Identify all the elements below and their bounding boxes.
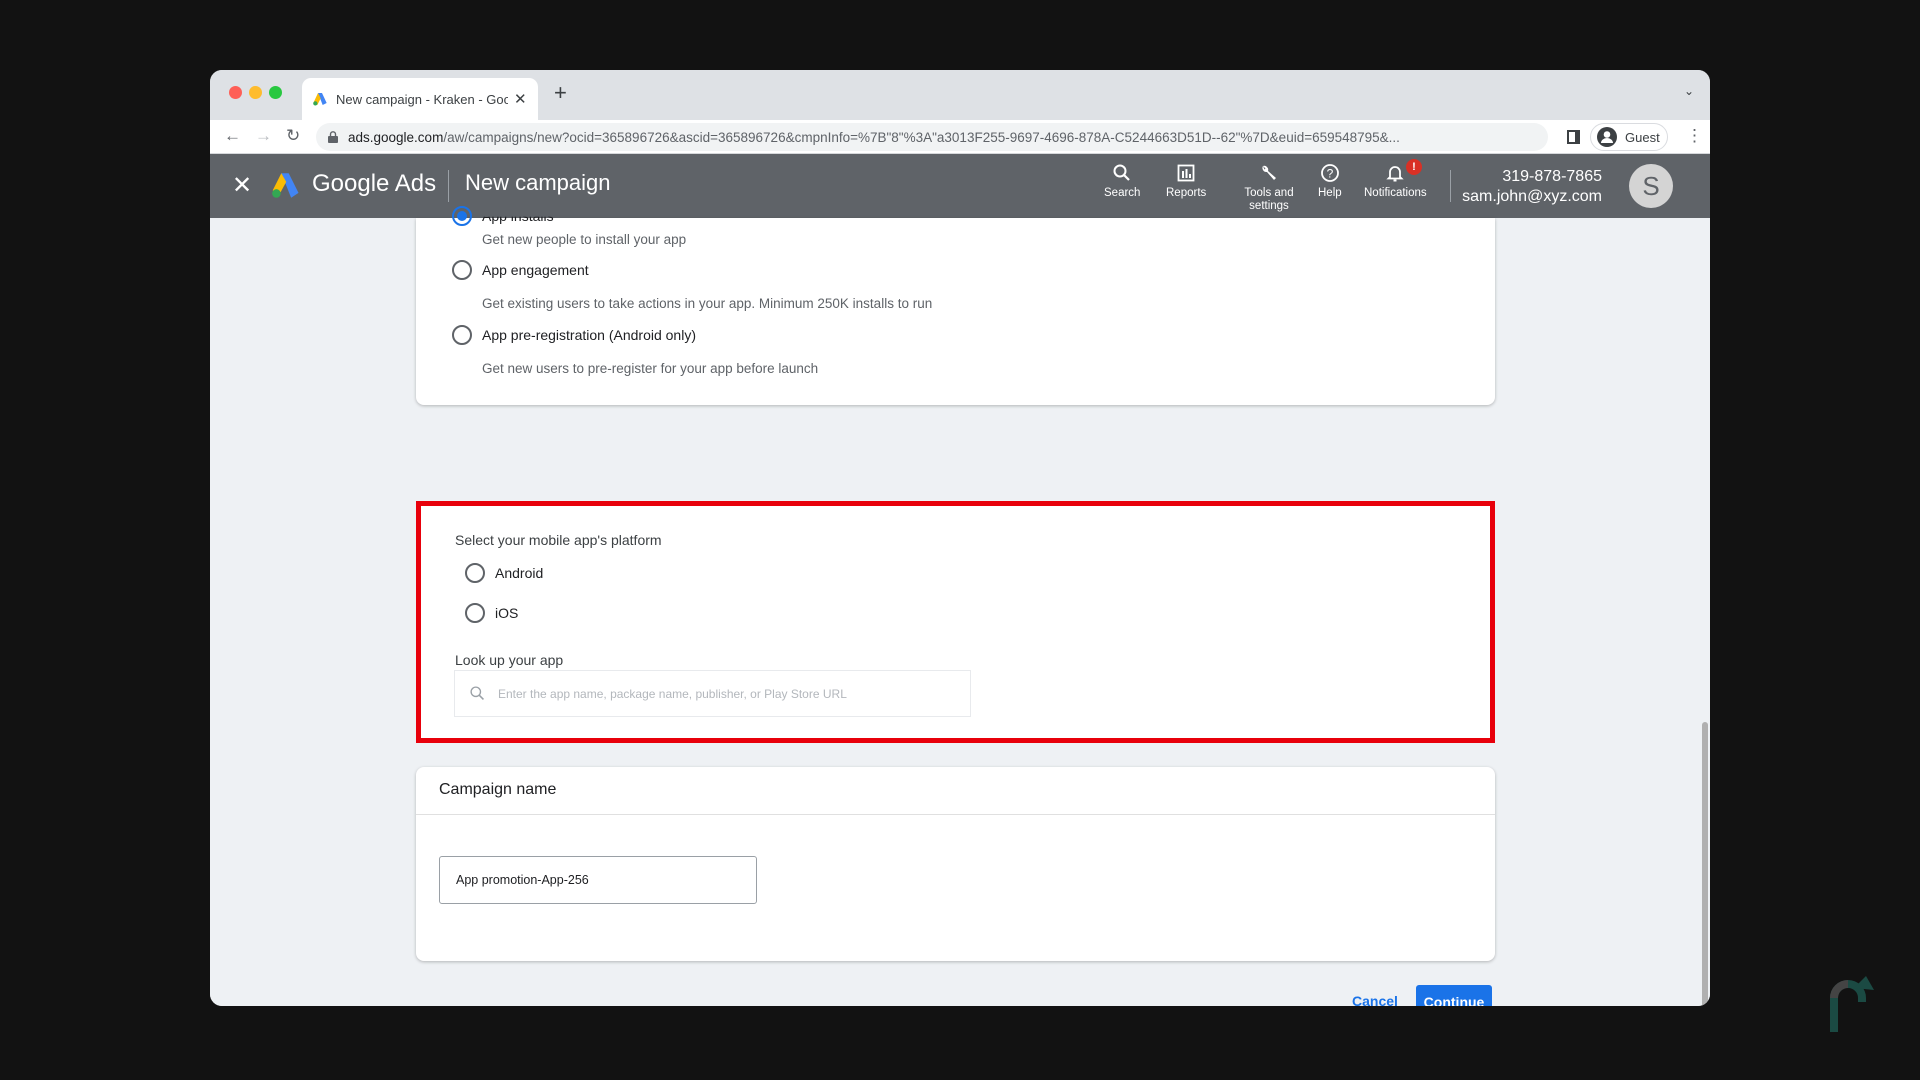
page-scrollbar[interactable]	[1702, 722, 1708, 1006]
objective-label: App engagement	[482, 262, 589, 278]
lock-icon	[328, 131, 338, 143]
main-content: App installs Get new people to install y…	[210, 206, 1710, 1006]
objective-description: Get new people to install your app	[482, 232, 687, 247]
campaign-name-card: Campaign name	[416, 767, 1495, 961]
help-icon: ?	[1320, 164, 1339, 182]
objective-label: App pre-registration (Android only)	[482, 327, 696, 343]
objective-description: Get existing users to take actions in yo…	[482, 296, 933, 311]
close-window-button[interactable]	[229, 86, 242, 99]
radio-app-pre-registration[interactable]	[452, 325, 472, 345]
svg-text:?: ?	[1326, 167, 1333, 181]
side-panel-icon[interactable]	[1567, 130, 1580, 144]
profile-button[interactable]: Guest	[1590, 123, 1668, 151]
tab-close-icon[interactable]: ✕	[514, 90, 527, 108]
forward-arrow-icon[interactable]: →	[255, 126, 272, 146]
reload-icon[interactable]: ↻	[286, 126, 300, 146]
url-path: /aw/campaigns/new?ocid=365896726&ascid=3…	[443, 129, 1400, 145]
app-lookup-input[interactable]	[498, 686, 958, 701]
bell-icon	[1386, 166, 1404, 182]
reports-icon	[1177, 164, 1195, 182]
objective-option-app-engagement[interactable]: App engagement	[452, 260, 589, 280]
notification-badge: !	[1406, 159, 1422, 175]
objective-option-app-installs[interactable]: App installs	[452, 206, 554, 226]
app-lookup-field[interactable]	[454, 670, 971, 717]
maximize-window-button[interactable]	[269, 86, 282, 99]
header-reports-label: Reports	[1166, 187, 1207, 199]
account-email: sam.john@xyz.com	[1462, 188, 1602, 205]
browser-toolbar: ← → ↻ ads.google.com/aw/campaigns/new?oc…	[210, 120, 1710, 154]
minimize-window-button[interactable]	[249, 86, 262, 99]
header-help-label: Help	[1318, 187, 1342, 199]
google-ads-favicon-icon	[313, 93, 327, 106]
brand-name: Google Ads	[312, 170, 437, 197]
header-divider-account	[1450, 170, 1451, 202]
campaign-name-title: Campaign name	[416, 767, 1495, 815]
platform-option-label: iOS	[495, 605, 519, 621]
objective-description: Get new users to pre-register for your a…	[482, 361, 819, 376]
browser-window: New campaign - Kraken - Google Ads ✕ + ⌄…	[210, 70, 1710, 1006]
account-avatar[interactable]: S	[1629, 164, 1673, 208]
platform-option-ios[interactable]: iOS	[465, 603, 518, 623]
header-notifications-label: Notifications	[1364, 187, 1427, 199]
close-icon[interactable]: ✕	[232, 171, 252, 200]
radio-app-engagement[interactable]	[452, 260, 472, 280]
header-reports-button[interactable]: Reports	[1166, 163, 1206, 200]
objective-option-app-pre-registration[interactable]: App pre-registration (Android only)	[452, 325, 696, 345]
url-host: ads.google.com	[348, 129, 444, 145]
tab-strip: New campaign - Kraken - Google Ads ✕ + ⌄	[210, 70, 1710, 120]
objective-card: App installs Get new people to install y…	[416, 206, 1495, 405]
account-phone: 319-878-7865	[1502, 168, 1602, 185]
ads-header: ✕ Google Ads New campaign Search Reports…	[210, 154, 1710, 218]
page-title: New campaign	[465, 170, 611, 195]
objective-label: App installs	[482, 208, 554, 224]
new-tab-button[interactable]: +	[554, 80, 567, 106]
header-search-button[interactable]: Search	[1104, 163, 1140, 200]
google-ads-logo-icon	[272, 173, 299, 198]
cancel-button[interactable]: Cancel	[1352, 993, 1398, 1006]
header-divider	[448, 170, 449, 202]
header-tools-button[interactable]: Tools and settings	[1236, 163, 1302, 213]
profile-label: Guest	[1625, 129, 1660, 145]
back-arrow-icon[interactable]: ←	[224, 126, 241, 146]
tab-search-chevron-icon[interactable]: ⌄	[1684, 84, 1694, 98]
header-search-label: Search	[1104, 187, 1141, 199]
radio-android[interactable]	[465, 563, 485, 583]
continue-button[interactable]: Continue	[1416, 985, 1492, 1006]
platform-option-android[interactable]: Android	[465, 563, 543, 583]
campaign-name-input[interactable]	[439, 856, 757, 904]
radio-app-installs[interactable]	[452, 206, 472, 226]
lookup-label: Look up your app	[455, 652, 564, 668]
url-text: ads.google.com/aw/campaigns/new?ocid=365…	[348, 130, 1400, 145]
search-icon	[1113, 164, 1130, 181]
tab-title: New campaign - Kraken - Google Ads	[336, 91, 508, 107]
header-notifications-button[interactable]: ! Notifications	[1364, 159, 1427, 200]
platform-label: Select your mobile app's platform	[455, 532, 662, 548]
header-tools-label: Tools and settings	[1244, 187, 1294, 212]
browser-menu-icon[interactable]: ⋮	[1686, 126, 1703, 146]
platform-section-highlight: Select your mobile app's platform Androi…	[416, 501, 1495, 743]
search-icon	[470, 686, 484, 700]
platform-option-label: Android	[495, 565, 544, 581]
browser-tab[interactable]: New campaign - Kraken - Google Ads ✕	[302, 78, 538, 120]
address-bar[interactable]: ads.google.com/aw/campaigns/new?ocid=365…	[316, 123, 1548, 151]
wrench-icon	[1262, 165, 1276, 180]
watermark-logo-icon	[1830, 976, 1874, 1032]
guest-avatar-icon	[1597, 127, 1617, 147]
radio-ios[interactable]	[465, 603, 485, 623]
header-help-button[interactable]: ? Help	[1318, 163, 1342, 200]
